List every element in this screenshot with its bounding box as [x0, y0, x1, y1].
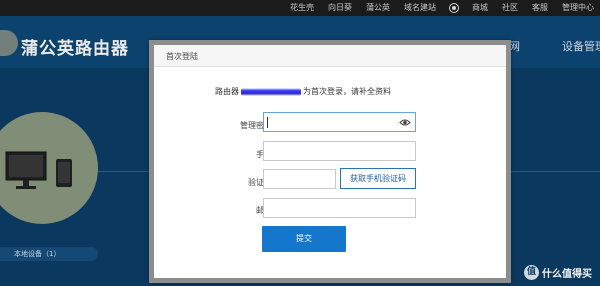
get-code-button[interactable]: 获取手机验证码 [340, 168, 416, 189]
verification-code-field[interactable] [263, 169, 336, 189]
watermark: 值 什么值得买 [524, 265, 592, 280]
nav-link-mall[interactable]: 商城 [472, 0, 488, 16]
top-nav: 花生壳 向日葵 蒲公英 域名建站 商城 社区 客服 管理中心 [0, 0, 600, 16]
watermark-badge: 值 [524, 265, 539, 280]
nav-link-pugongying[interactable]: 蒲公英 [366, 0, 390, 16]
password-field[interactable] [263, 112, 416, 132]
intro-prefix: 路由器 [215, 87, 239, 96]
intro-suffix: 为首次登录，请补全资料 [303, 87, 391, 96]
nav-link-service[interactable]: 客服 [532, 0, 548, 16]
nav-link-huashengke[interactable]: 花生壳 [290, 0, 314, 16]
eye-icon[interactable] [399, 117, 411, 128]
nav-link-xiangrikui[interactable]: 向日葵 [328, 0, 352, 16]
submit-button[interactable]: 提交 [262, 226, 346, 252]
first-login-dialog: 首次登陆 路由器 为首次登录，请补全资料 管理密码： 手机： 验证码： 获取手机… [149, 40, 511, 283]
dialog-title: 首次登陆 [166, 52, 198, 61]
circle-icon [450, 4, 458, 12]
phone-field[interactable] [263, 141, 416, 161]
nav-link-admin[interactable]: 管理中心 [562, 0, 594, 16]
nav-link-domain[interactable]: 域名建站 [404, 0, 436, 16]
intro-text: 路由器 为首次登录，请补全资料 [215, 86, 391, 97]
watermark-text: 什么值得买 [542, 269, 592, 280]
nav-link-community[interactable]: 社区 [502, 0, 518, 16]
email-field[interactable] [263, 198, 416, 218]
dialog-header [154, 45, 506, 67]
text-caret [267, 117, 268, 128]
redacted-router-id [241, 87, 301, 96]
